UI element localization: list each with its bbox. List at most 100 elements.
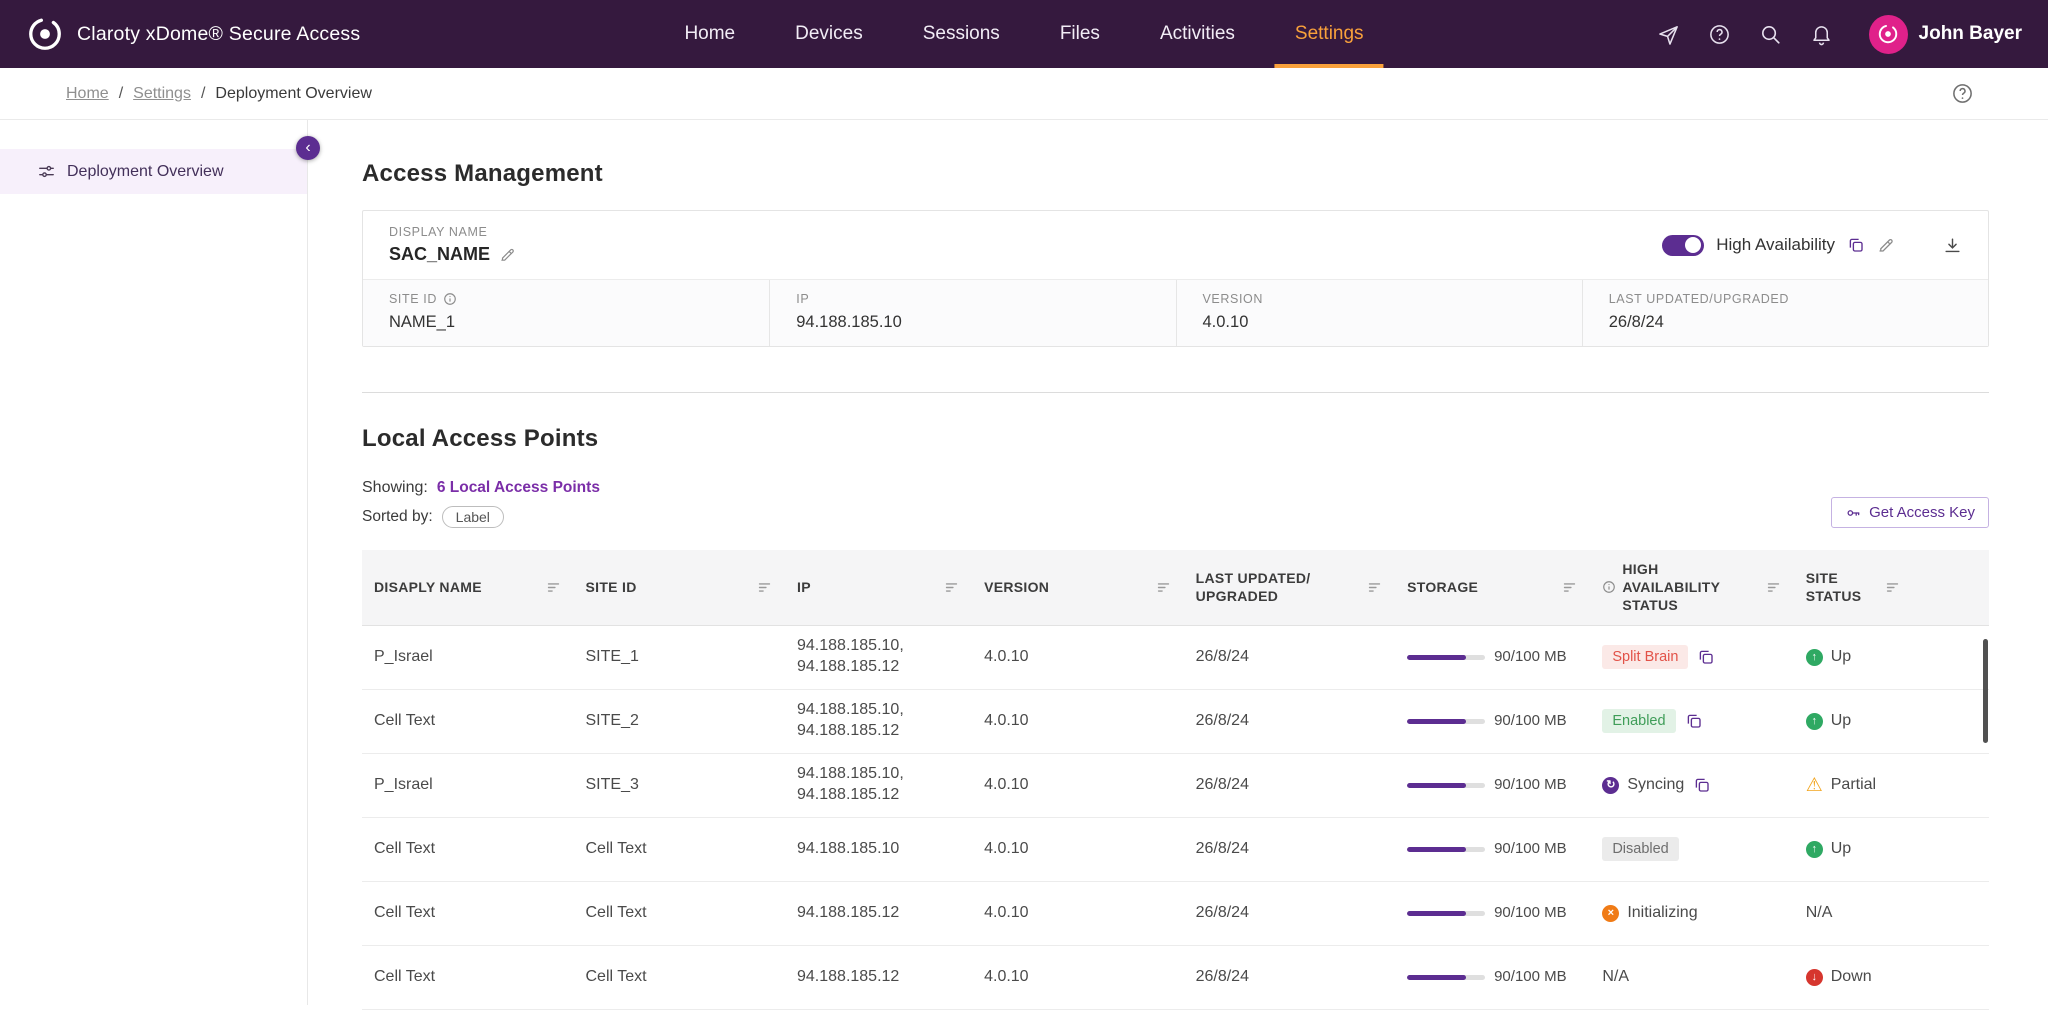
- showing-count-link[interactable]: 6 Local Access Points: [437, 479, 600, 497]
- nav-item-home[interactable]: Home: [682, 0, 737, 68]
- field-ip: IP 94.188.185.10: [769, 280, 1175, 346]
- storage-bar: [1407, 847, 1485, 852]
- filter-icon[interactable]: [545, 579, 562, 596]
- ha-badge-enabled: Enabled: [1602, 709, 1675, 734]
- nav-item-devices[interactable]: Devices: [793, 0, 865, 68]
- access-management-title: Access Management: [362, 160, 1989, 188]
- cell-last-updated: 26/8/24: [1184, 818, 1396, 881]
- cell-site-status: N/A: [1794, 882, 1989, 945]
- filter-icon[interactable]: [1884, 579, 1901, 596]
- notifications-icon[interactable]: [1810, 23, 1833, 46]
- ha-pair-icon[interactable]: [1685, 712, 1703, 730]
- cell-ip: 94.188.185.12: [785, 946, 972, 1009]
- cell-storage: 90/100 MB: [1395, 818, 1590, 881]
- avatar[interactable]: [1869, 15, 1908, 54]
- cell-ha-status: ↻ Syncing: [1590, 754, 1793, 817]
- cell-display-name: Cell Text: [362, 946, 574, 1009]
- cell-site-id: SITE_2: [574, 690, 786, 753]
- cell-site-status: ↑ Up: [1794, 690, 1989, 753]
- info-icon[interactable]: [443, 292, 457, 306]
- ha-pair-icon[interactable]: [1847, 236, 1865, 254]
- col-ip: IP: [785, 550, 972, 625]
- status-down-icon: ↓: [1806, 969, 1823, 986]
- brand-title: Claroty xDome® Secure Access: [77, 23, 360, 46]
- table-row[interactable]: Cell Text Cell Text 94.188.185.12 4.0.10…: [362, 946, 1989, 1010]
- sidebar-item-deployment-overview[interactable]: Deployment Overview: [0, 149, 307, 194]
- field-last-updated: LAST UPDATED/UPGRADED 26/8/24: [1582, 280, 1988, 346]
- info-icon[interactable]: [1602, 580, 1616, 594]
- field-version: VERSION 4.0.10: [1176, 280, 1582, 346]
- search-icon[interactable]: [1759, 23, 1782, 46]
- help-icon[interactable]: [1708, 23, 1731, 46]
- nav-item-activities[interactable]: Activities: [1158, 0, 1237, 68]
- table-scrollbar[interactable]: [1983, 639, 1988, 743]
- table-row[interactable]: P_Israel SITE_3 94.188.185.10, 94.188.18…: [362, 754, 1989, 818]
- cell-display-name: Cell Text: [362, 818, 574, 881]
- top-navbar: Claroty xDome® Secure Access Home Device…: [0, 0, 2048, 68]
- main-content: Access Management DISPLAY NAME SAC_NAME …: [308, 120, 2048, 1005]
- showing-label: Showing:: [362, 479, 428, 497]
- user-menu[interactable]: John Bayer: [1869, 15, 2022, 54]
- sidebar: Deployment Overview: [0, 120, 308, 1005]
- edit-ha-icon[interactable]: [1877, 236, 1895, 254]
- breadcrumb-link-settings[interactable]: Settings: [133, 85, 191, 103]
- deployment-overview-icon: [37, 162, 56, 181]
- display-name-value: SAC_NAME: [389, 244, 490, 265]
- field-label: SITE ID: [389, 292, 437, 306]
- sidebar-item-label: Deployment Overview: [67, 163, 224, 181]
- field-label: IP: [796, 292, 809, 306]
- cell-version: 4.0.10: [972, 946, 1184, 1009]
- cell-last-updated: 26/8/24: [1184, 882, 1396, 945]
- filter-icon[interactable]: [1366, 579, 1383, 596]
- filter-icon[interactable]: [1155, 579, 1172, 596]
- filter-icon[interactable]: [756, 579, 773, 596]
- nav-item-settings[interactable]: Settings: [1293, 0, 1366, 68]
- sort-chip-label[interactable]: Label: [442, 506, 504, 528]
- cell-last-updated: 26/8/24: [1184, 754, 1396, 817]
- cell-ha-status: Enabled: [1590, 690, 1793, 753]
- cell-site-id: SITE_3: [574, 754, 786, 817]
- breadcrumb-separator: /: [201, 85, 205, 103]
- high-availability-toggle[interactable]: [1662, 235, 1704, 256]
- cell-storage: 90/100 MB: [1395, 946, 1590, 1009]
- ha-pair-icon[interactable]: [1697, 648, 1715, 666]
- table-row[interactable]: Cell Text Cell Text 94.188.185.10 4.0.10…: [362, 818, 1989, 882]
- page-help-icon[interactable]: [1951, 82, 1974, 105]
- nav-item-files[interactable]: Files: [1058, 0, 1102, 68]
- cell-version: 4.0.10: [972, 882, 1184, 945]
- download-icon[interactable]: [1943, 236, 1962, 255]
- cell-site-id: Cell Text: [574, 818, 786, 881]
- field-label: VERSION: [1203, 292, 1263, 306]
- filter-icon[interactable]: [1765, 579, 1782, 596]
- user-name: John Bayer: [1919, 23, 2022, 45]
- cell-last-updated: 26/8/24: [1184, 690, 1396, 753]
- table-row[interactable]: Cell Text Cell Text 94.188.185.12 4.0.10…: [362, 882, 1989, 946]
- brand[interactable]: Claroty xDome® Secure Access: [26, 15, 360, 53]
- cell-version: 4.0.10: [972, 690, 1184, 753]
- table-row[interactable]: P_Israel SITE_1 94.188.185.10, 94.188.18…: [362, 626, 1989, 690]
- breadcrumb-current: Deployment Overview: [215, 85, 372, 103]
- cell-ip: 94.188.185.10, 94.188.185.12: [785, 626, 972, 689]
- claroty-logo-icon: [26, 15, 64, 53]
- filter-icon[interactable]: [943, 579, 960, 596]
- cell-display-name: Cell Text: [362, 882, 574, 945]
- ha-pair-icon[interactable]: [1693, 776, 1711, 794]
- key-icon: [1845, 505, 1861, 521]
- sidebar-collapse-button[interactable]: ‹: [296, 136, 320, 160]
- storage-bar: [1407, 975, 1485, 980]
- cell-last-updated: 26/8/24: [1184, 946, 1396, 1009]
- edit-display-name-icon[interactable]: [499, 246, 516, 263]
- nav-item-sessions[interactable]: Sessions: [921, 0, 1002, 68]
- ha-badge-disabled: Disabled: [1602, 837, 1678, 862]
- cell-ha-status: N/A: [1590, 946, 1793, 1009]
- send-icon[interactable]: [1657, 23, 1680, 46]
- table-row[interactable]: Cell Text SITE_2 94.188.185.10, 94.188.1…: [362, 690, 1989, 754]
- cell-display-name: P_Israel: [362, 754, 574, 817]
- get-access-key-button[interactable]: Get Access Key: [1831, 497, 1989, 528]
- filter-icon[interactable]: [1561, 579, 1578, 596]
- local-access-points-title: Local Access Points: [362, 425, 1989, 453]
- cell-site-id: Cell Text: [574, 882, 786, 945]
- local-access-points-table: DISAPLY NAME SITE ID IP VERSION LAST UPD…: [362, 550, 1989, 1010]
- breadcrumb-link-home[interactable]: Home: [66, 85, 109, 103]
- field-value: 94.188.185.10: [796, 313, 1149, 332]
